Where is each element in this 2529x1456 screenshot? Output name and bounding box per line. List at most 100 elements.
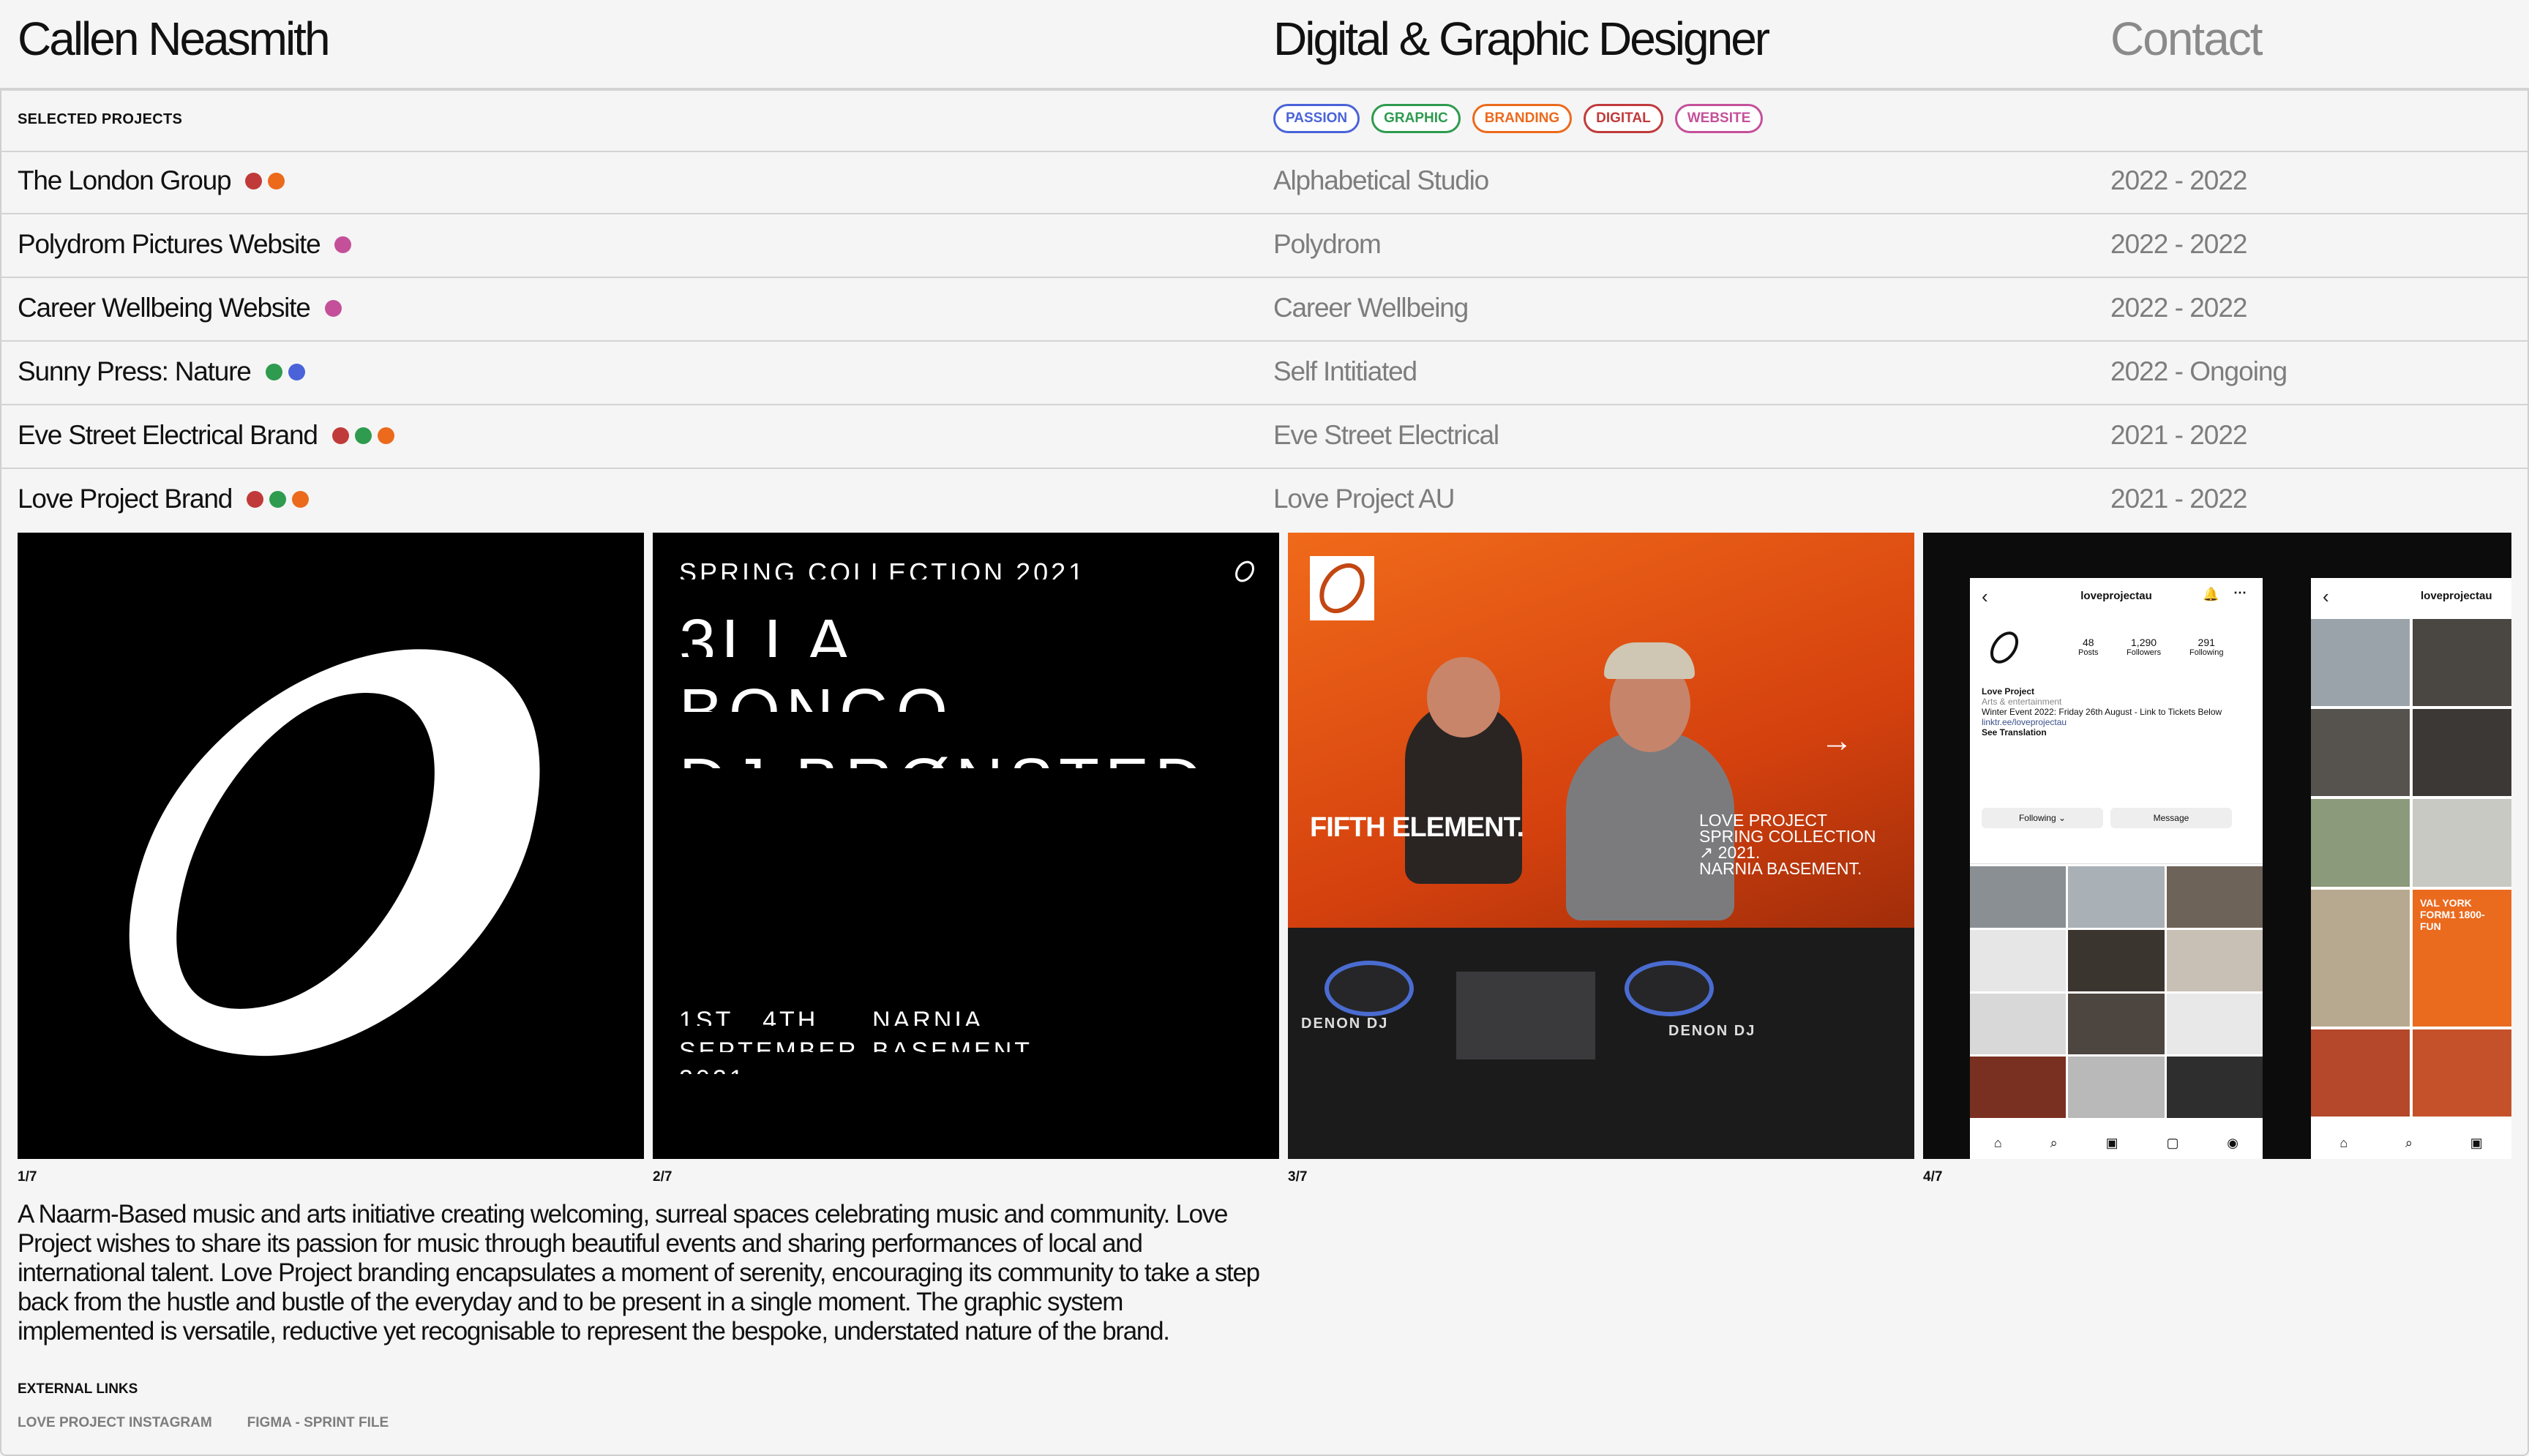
poster-text: SPRING COLLECTION 2021	[679, 558, 1087, 579]
search-icon: ⌕	[2050, 1135, 2058, 1150]
tag-graphic[interactable]: GRAPHIC	[1371, 104, 1461, 133]
poster-text: FIFTH ELEMENT	[679, 827, 1271, 834]
post-grid: VAL YORK FORM1 1800-FUN	[2311, 619, 2511, 1117]
project-row[interactable]: The London Group Alphabetical Studio 202…	[0, 151, 2529, 214]
project-client: Love Project AU	[1273, 484, 1455, 514]
bio-category: Arts & entertainment	[1982, 697, 2062, 707]
deck-brand: DENON DJ	[1668, 1023, 1756, 1039]
project-client: Career Wellbeing	[1273, 293, 1469, 323]
tag-digital[interactable]: DIGITAL	[1584, 104, 1663, 133]
next-arrow-icon[interactable]: →	[1821, 723, 1853, 759]
jog-wheel	[1625, 961, 1714, 1016]
shop-icon: ▢	[2166, 1135, 2179, 1150]
project-years: 2022 - 2022	[2110, 293, 2248, 323]
more-icon: ⋯	[2233, 585, 2247, 600]
external-links: LOVE PROJECT INSTAGRAM FIGMA - SPRINT FI…	[18, 1415, 389, 1431]
mixer	[1456, 972, 1595, 1059]
project-years: 2021 - 2022	[2110, 484, 2248, 514]
category-dot	[288, 363, 305, 380]
jog-wheel	[1325, 961, 1414, 1016]
bottom-nav: ⌂ ⌕ ▣ ▢ ◉	[1970, 1128, 2263, 1157]
cap	[1604, 642, 1695, 679]
post-thumb	[2166, 929, 2263, 991]
project-client: Polydrom	[1273, 229, 1382, 259]
figma-link[interactable]: FIGMA - SPRINT FILE	[247, 1415, 389, 1431]
photo-note-line: ↗ 2021.	[1699, 843, 1761, 862]
category-dot	[245, 172, 263, 189]
category-dots	[245, 172, 285, 189]
home-icon: ⌂	[2339, 1135, 2348, 1150]
gallery-image-photo[interactable]: DENON DJ DENON DJ FIFTH ELEMENT. LOVE PR…	[1288, 533, 1914, 1159]
designer-name[interactable]: Callen Neasmith	[18, 12, 331, 66]
profile-tabs	[1970, 841, 2263, 864]
gallery-image-instagram[interactable]: ‹ loveprojectau 🔔 ⋯ 48 Posts 1,290 Follo…	[1923, 533, 2511, 1159]
stat-posts: 48 Posts	[2078, 637, 2099, 657]
category-dot	[354, 427, 372, 444]
photo-note: LOVE PROJECT SPRING COLLECTION ↗ 2021. N…	[1699, 812, 1876, 877]
project-row[interactable]: Career Wellbeing Website Career Wellbein…	[0, 278, 2529, 342]
tag-website[interactable]: WEBSITE	[1674, 104, 1764, 133]
poster-text: SEPTEMBER	[679, 1037, 859, 1052]
post-thumb	[2166, 993, 2263, 1055]
bell-icon: 🔔	[2203, 587, 2219, 601]
post-thumb	[2166, 1057, 2263, 1118]
category-dots	[247, 490, 310, 508]
project-years: 2022 - 2022	[2110, 165, 2248, 195]
poster-text: 2021	[679, 1065, 746, 1074]
project-title: Career Wellbeing Website	[18, 293, 311, 323]
stat-following: 291 Following	[2189, 637, 2223, 657]
project-title: Sunny Press: Nature	[18, 356, 252, 386]
post-thumb	[2311, 619, 2410, 707]
category-dot	[292, 490, 310, 508]
tag-passion[interactable]: PASSION	[1273, 104, 1360, 133]
post-grid	[1970, 866, 2263, 1118]
project-gallery: SPRING COLLECTION 2021 3LLA BONGO DJ BRØ…	[18, 533, 2511, 1159]
post-thumb	[1970, 1057, 2067, 1118]
person-left-head	[1427, 657, 1500, 738]
logo-mark-icon	[1235, 560, 1254, 582]
gallery-image-poster[interactable]: SPRING COLLECTION 2021 3LLA BONGO DJ BRØ…	[653, 533, 1279, 1159]
stat-label: Following	[2189, 648, 2224, 657]
message-button: Message	[2110, 808, 2232, 828]
love-project-logo-icon	[129, 649, 540, 1057]
gallery-image-logo[interactable]	[18, 533, 644, 1159]
home-icon: ⌂	[1993, 1135, 2002, 1150]
projects-section-bar: SELECTED PROJECTS PASSION GRAPHIC BRANDI…	[0, 91, 2529, 152]
project-row[interactable]: Polydrom Pictures Website Polydrom 2022 …	[0, 214, 2529, 278]
project-title: Love Project Brand	[18, 484, 233, 514]
project-row[interactable]: Sunny Press: Nature Self Intitiated 2022…	[0, 342, 2529, 405]
image-counter: 1/7	[18, 1169, 37, 1185]
project-row-active[interactable]: Love Project Brand Love Project AU 2021 …	[0, 469, 2529, 531]
contact-link[interactable]: Contact	[2110, 12, 2263, 66]
project-years: 2022 - Ongoing	[2110, 356, 2288, 386]
post-thumb	[2413, 619, 2511, 707]
following-button: Following ⌄	[1982, 808, 2103, 828]
bio-name: Love Project	[1982, 686, 2035, 697]
category-dot	[268, 172, 285, 189]
category-dots	[334, 236, 352, 253]
designer-role: Digital & Graphic Designer	[1273, 12, 1770, 65]
category-dot	[324, 299, 342, 317]
post-thumb	[2068, 929, 2165, 991]
category-filter-tags: PASSION GRAPHIC BRANDING DIGITAL WEBSITE	[1273, 104, 1764, 133]
phone-mockup: ‹ loveprojectau VAL YORK FORM1 1800-FUN …	[2311, 578, 2511, 1159]
project-client: Alphabetical Studio	[1273, 165, 1489, 195]
tag-branding[interactable]: BRANDING	[1472, 104, 1573, 133]
site-header: Callen Neasmith Digital & Graphic Design…	[0, 0, 2529, 91]
image-counter: 3/7	[1288, 1169, 1308, 1185]
external-links-label: EXTERNAL LINKS	[18, 1381, 138, 1397]
bio-translate: See Translation	[1982, 727, 2047, 738]
reels-icon: ▣	[2105, 1135, 2118, 1150]
bio-link: linktr.ee/loveprojectau	[1982, 717, 2067, 727]
bio-text: Winter Event 2022: Friday 26th August - …	[1982, 707, 2222, 717]
project-row[interactable]: Eve Street Electrical Brand Eve Street E…	[0, 405, 2529, 469]
project-title: The London Group	[18, 165, 232, 195]
category-dot	[247, 490, 264, 508]
instagram-link[interactable]: LOVE PROJECT INSTAGRAM	[18, 1415, 212, 1431]
poster-text: BONGO	[679, 675, 953, 712]
logo-mark-icon	[1319, 563, 1365, 614]
logo-badge	[1310, 556, 1374, 620]
project-years: 2021 - 2022	[2110, 420, 2248, 450]
image-counter: 4/7	[1923, 1169, 1943, 1185]
reels-icon: ▣	[2470, 1135, 2483, 1150]
